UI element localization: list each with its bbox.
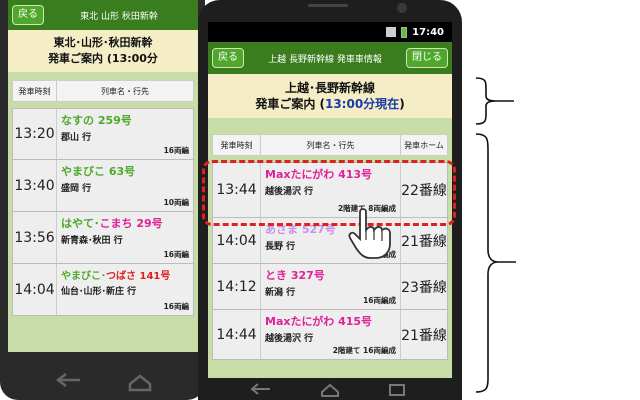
- departure-time: 14:12: [213, 264, 261, 309]
- status-time: 17:40: [412, 26, 444, 38]
- front-nav-recent-icon: [389, 384, 405, 396]
- annotation-brackets: [475, 77, 516, 393]
- back-banner-line2: 発車ご案内 (13:00分: [48, 52, 158, 65]
- train-name: Maxたにがわ 415号: [265, 315, 373, 328]
- back-column-header: 発車時刻 列車名・行先: [12, 80, 194, 102]
- front-banner-line2: 発車ご案内 (13:00分現在): [210, 96, 450, 112]
- back-banner-line1: 東北･山形･秋田新幹: [53, 36, 153, 49]
- bracket-banner-icon: [475, 77, 497, 125]
- train-info: はやて･こまち 29号 新青森･秋田 行 16両編: [57, 212, 193, 263]
- train-name-part1: はやて･: [61, 217, 100, 230]
- train-name-part1: やまびこ･: [61, 271, 106, 282]
- train-destination: 盛岡 行: [61, 184, 92, 194]
- train-cars: 16両編成: [363, 296, 396, 305]
- back-phone: 戻る 東北 山形 秋田新幹 東北･山形･秋田新幹 発車ご案内 (13:00分 発…: [0, 0, 205, 400]
- status-bar: 17:40: [208, 22, 452, 42]
- train-info: なすの 259号 郡山 行 16両編: [57, 109, 193, 159]
- front-nav-back-icon: [250, 383, 270, 395]
- train-cars: 10両編: [163, 198, 189, 207]
- back-header-title: 東北 山形 秋田新幹: [80, 11, 158, 22]
- front-header-title: 上越 長野新幹線 発車車情報: [268, 54, 382, 65]
- banner-suffix: ): [399, 97, 405, 111]
- back-back-button[interactable]: 戻る: [12, 5, 44, 25]
- train-info: とき 327号 新潟 行 16両編成: [261, 264, 401, 309]
- departure-time: 13:40: [13, 160, 57, 211]
- table-row[interactable]: 13:56 はやて･こまち 29号 新青森･秋田 行 16両編: [12, 212, 194, 264]
- departure-time: 14:04: [13, 264, 57, 315]
- front-col-platform: 発車ホーム: [404, 140, 444, 150]
- train-destination: 新青森･秋田 行: [61, 236, 123, 246]
- front-col-time: 発車時刻: [213, 135, 261, 155]
- departure-time: 13:56: [13, 212, 57, 263]
- back-nav-bar: [0, 360, 205, 400]
- back-banner: 東北･山形･秋田新幹 発車ご案内 (13:00分: [8, 30, 198, 72]
- front-column-header: 発車時刻 列車名・行先 発車ホーム: [212, 134, 448, 156]
- table-row[interactable]: 14:04 やまびこ･つばさ 141号 仙台･山形･新庄 行 16両編: [12, 264, 194, 316]
- back-col-time: 発車時刻: [13, 81, 57, 101]
- banner-prefix: 発車ご案内 (: [255, 97, 325, 111]
- front-nav-home-icon: [321, 383, 339, 397]
- train-cars: 16両編: [163, 250, 189, 259]
- banner-time: 13:00分現在: [324, 97, 400, 111]
- back-app-header: 戻る 東北 山形 秋田新幹: [8, 0, 198, 30]
- signal-icon: [386, 27, 397, 37]
- platform-number: 23番線: [401, 279, 447, 296]
- back-nav-home-icon: [128, 374, 152, 392]
- front-app-header: 戻る 上越 長野新幹線 発車車情報 閉じる: [208, 42, 452, 74]
- table-row[interactable]: 14:12 とき 327号 新潟 行 16両編成 23番線: [212, 264, 448, 310]
- front-speaker-icon: [308, 4, 348, 7]
- front-banner-line1: 上越･長野新幹線: [284, 81, 375, 95]
- front-col-train: 列車名・行先: [261, 135, 401, 155]
- train-name-part2: つばさ 141号: [106, 271, 171, 282]
- departure-time: 13:20: [13, 109, 57, 159]
- departure-time: 14:44: [213, 310, 261, 359]
- train-destination: 仙台･山形･新庄 行: [61, 287, 137, 297]
- train-name: やまびこ･つばさ 141号: [61, 267, 189, 282]
- back-col-train: 列車名・行先: [101, 86, 149, 96]
- table-row[interactable]: 13:40 やまびこ 63号 盛岡 行 10両編: [12, 160, 194, 212]
- train-destination: 越後湯沢 行: [265, 334, 314, 344]
- train-name: はやて･こまち 29号: [61, 215, 189, 231]
- train-cars: 16両編: [163, 146, 189, 155]
- train-name: とき 327号: [265, 269, 325, 282]
- back-nav-icons: [55, 373, 152, 392]
- train-name: なすの 259号: [61, 114, 132, 127]
- selected-row-highlight: [202, 160, 456, 226]
- back-nav-back-icon: [55, 373, 80, 387]
- train-name: やまびこ 63号: [61, 165, 136, 178]
- train-cars: 2階建て 16両編成: [332, 346, 396, 355]
- table-row[interactable]: 14:44 Maxたにがわ 415号 越後湯沢 行 2階建て 16両編成 21番…: [212, 310, 448, 360]
- front-phone-top: [308, 3, 407, 13]
- battery-icon: [401, 26, 408, 38]
- front-back-button[interactable]: 戻る: [212, 48, 244, 68]
- train-info: やまびこ 63号 盛岡 行 10両編: [57, 160, 193, 211]
- train-name-part2: こまち 29号: [99, 217, 163, 230]
- pointer-hand-icon: [348, 208, 391, 259]
- front-camera-icon: [397, 3, 407, 13]
- train-info: Maxたにがわ 415号 越後湯沢 行 2階建て 16両編成: [261, 310, 401, 359]
- table-row[interactable]: 13:20 なすの 259号 郡山 行 16両編: [12, 108, 194, 160]
- back-phone-screen: 戻る 東北 山形 秋田新幹 東北･山形･秋田新幹 発車ご案内 (13:00分 発…: [8, 0, 198, 352]
- train-destination: 郡山 行: [61, 133, 92, 143]
- close-button[interactable]: 閉じる: [406, 48, 448, 68]
- front-nav-bar: [250, 383, 405, 397]
- platform-number: 21番線: [401, 327, 447, 344]
- front-banner: 上越･長野新幹線 発車ご案内 (13:00分現在): [208, 74, 452, 118]
- train-info: やまびこ･つばさ 141号 仙台･山形･新庄 行 16両編: [57, 264, 193, 315]
- bracket-list-icon: [475, 133, 499, 393]
- train-cars: 16両編: [163, 302, 189, 311]
